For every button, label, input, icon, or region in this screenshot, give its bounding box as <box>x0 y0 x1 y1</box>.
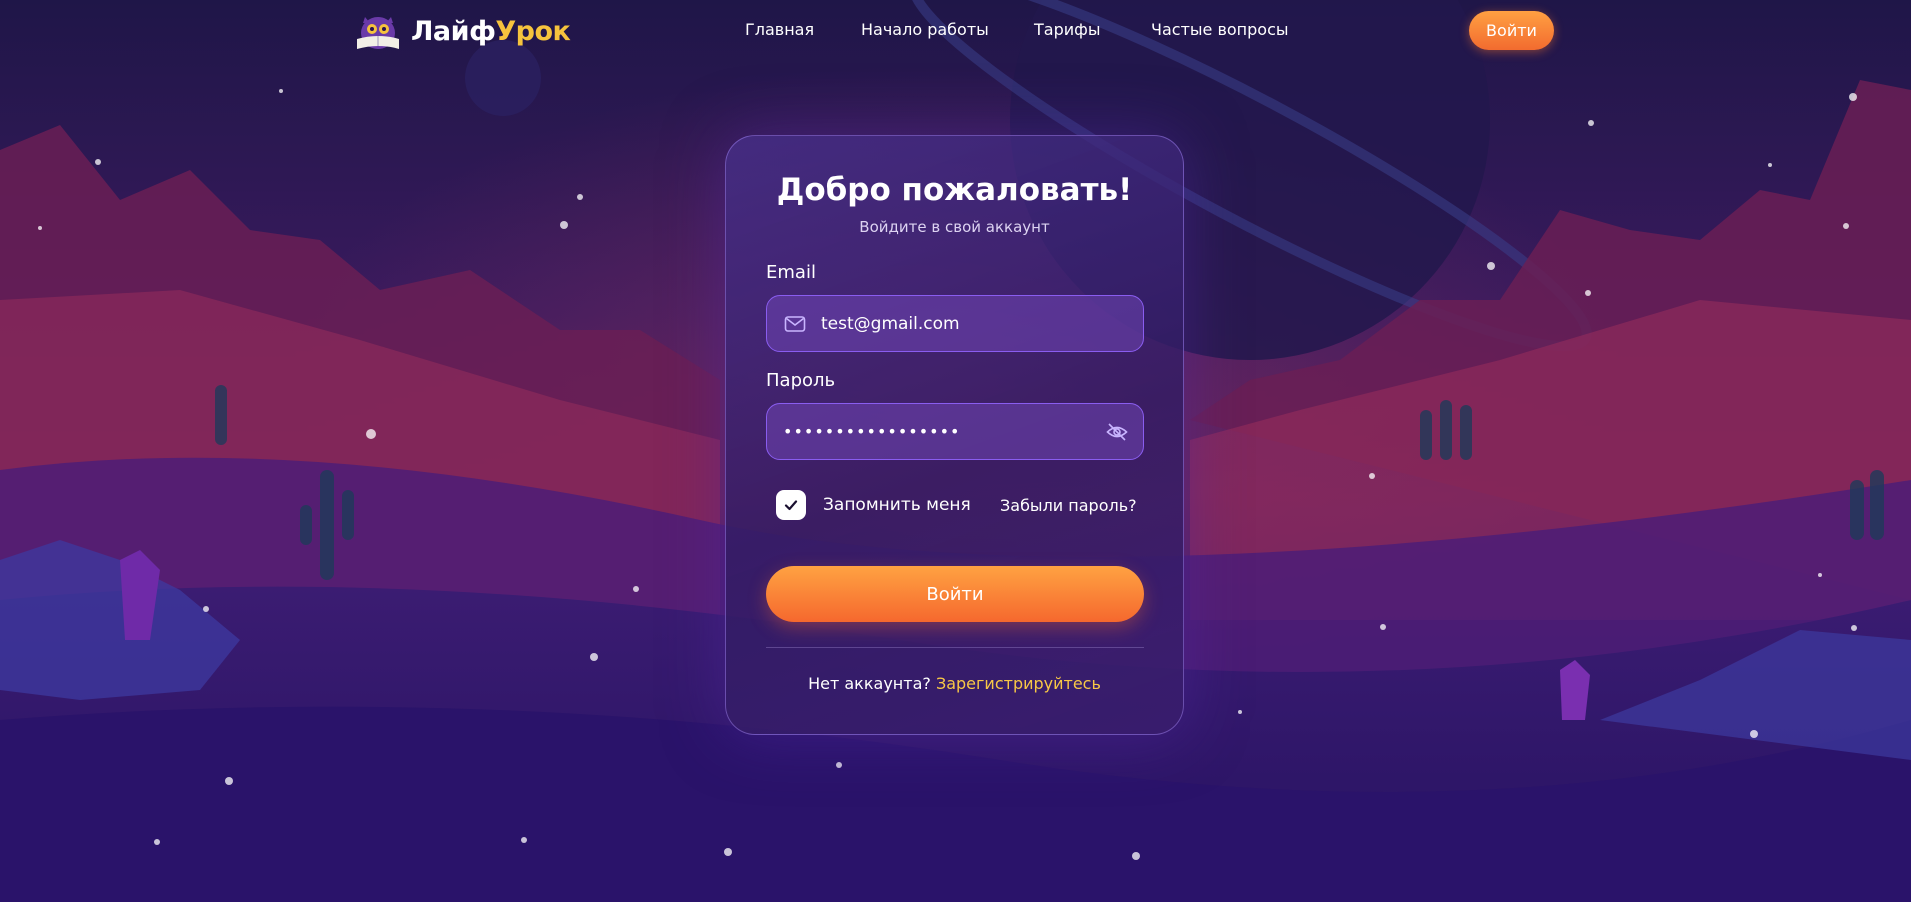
check-icon <box>784 500 798 511</box>
email-label: Email <box>766 262 816 283</box>
signup-row: Нет аккаунта? Зарегистрируйтесь <box>726 674 1183 693</box>
site-header: ЛайфУрок Главная Начало работы Тарифы Ча… <box>0 0 1911 62</box>
remember-label: Запомнить меня <box>823 495 971 515</box>
login-card: Добро пожаловать! Войдите в свой аккаунт… <box>725 135 1184 735</box>
nav-home[interactable]: Главная <box>745 20 814 39</box>
login-submit-button[interactable]: Войти <box>766 566 1144 622</box>
email-field[interactable] <box>766 295 1144 352</box>
form-subtitle: Войдите в свой аккаунт <box>859 218 1050 236</box>
password-label: Пароль <box>766 370 836 391</box>
no-account-text: Нет аккаунта? <box>808 674 931 693</box>
main-nav: Главная Начало работы Тарифы Частые вопр… <box>0 20 1911 42</box>
remember-me[interactable]: Запомнить меня <box>776 490 971 520</box>
nav-faq[interactable]: Частые вопросы <box>1151 20 1289 39</box>
register-link[interactable]: Зарегистрируйтесь <box>936 674 1101 693</box>
email-input[interactable] <box>821 313 1091 334</box>
divider <box>766 647 1144 648</box>
password-input[interactable] <box>783 422 1053 441</box>
form-title: Добро пожаловать! <box>776 172 1133 208</box>
mail-icon <box>784 315 806 332</box>
nav-getting-started[interactable]: Начало работы <box>861 20 989 39</box>
password-field[interactable] <box>766 403 1144 460</box>
forgot-password-link[interactable]: Забыли пароль? <box>1000 496 1137 515</box>
eye-off-icon[interactable] <box>1105 420 1129 444</box>
nav-pricing[interactable]: Тарифы <box>1034 20 1100 39</box>
header-login-button[interactable]: Войти <box>1469 11 1554 50</box>
remember-checkbox[interactable] <box>776 490 806 520</box>
